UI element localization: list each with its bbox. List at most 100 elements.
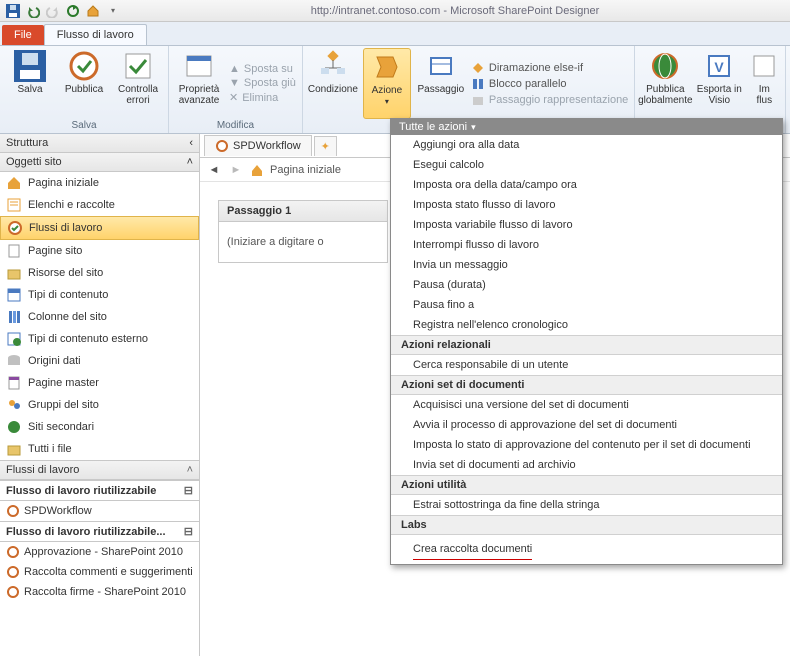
- ribbon-tabs: File Flusso di lavoro: [0, 22, 790, 46]
- x-icon: ✕: [229, 91, 238, 104]
- chevron-left-icon[interactable]: ‹: [189, 137, 193, 149]
- nav-groups[interactable]: Gruppi del sito: [0, 394, 199, 416]
- action-dropdown: Tutte le azioni▾ Aggiungi ora alla data …: [390, 118, 783, 565]
- dd-item[interactable]: Avvia il processo di approvazione del se…: [391, 415, 782, 435]
- collapse-icon[interactable]: ⊟: [184, 525, 193, 538]
- structure-header[interactable]: Struttura‹: [0, 134, 199, 153]
- dd-item[interactable]: Pausa fino a: [391, 295, 782, 315]
- nav-workflows[interactable]: Flussi di lavoro: [0, 216, 199, 240]
- nav-master[interactable]: Pagine master: [0, 372, 199, 394]
- nav-external[interactable]: Tipi di contenuto esterno: [0, 328, 199, 350]
- nav-columns[interactable]: Colonne del sito: [0, 306, 199, 328]
- wf-comments[interactable]: Raccolta commenti e suggerimenti: [0, 562, 199, 582]
- wf-spdworkflow[interactable]: SPDWorkflow: [0, 501, 199, 521]
- step-header[interactable]: Passaggio 1: [219, 201, 387, 222]
- dropdown-title[interactable]: Tutte le azioni▾: [391, 119, 782, 135]
- save-label: Salva: [17, 84, 42, 95]
- tab-file[interactable]: File: [2, 25, 44, 45]
- nav-allfiles[interactable]: Tutti i file: [0, 438, 199, 460]
- plus-icon: ✦: [321, 140, 330, 153]
- step-button[interactable]: Passaggio: [417, 48, 465, 119]
- dd-item[interactable]: Imposta lo stato di approvazione del con…: [391, 435, 782, 455]
- dd-item[interactable]: Acquisisci una versione del set di docum…: [391, 395, 782, 415]
- action-label: Azione▾: [372, 85, 403, 107]
- new-tab-button[interactable]: ✦: [314, 136, 337, 156]
- quick-access-toolbar: ▾ http://intranet.contoso.com - Microsof…: [0, 0, 790, 22]
- import-workflow-button[interactable]: Imflus: [749, 48, 779, 119]
- nav-datasources[interactable]: Origini dati: [0, 350, 199, 372]
- dd-section-relational: Azioni relazionali: [391, 335, 782, 355]
- dd-item[interactable]: Estrai sottostringa da fine della string…: [391, 495, 782, 515]
- step-hint[interactable]: (Iniziare a digitare o: [219, 222, 387, 262]
- publish-label: Pubblica: [65, 84, 103, 95]
- dd-item[interactable]: Esegui calcolo: [391, 155, 782, 175]
- caret-down-icon: ▾: [385, 97, 389, 106]
- breadcrumb-text[interactable]: Pagina iniziale: [270, 164, 341, 176]
- check-errors-button[interactable]: Controlla errori: [114, 48, 162, 119]
- doc-tab-spdworkflow[interactable]: SPDWorkflow: [204, 135, 312, 156]
- arrow-down-icon: ▼: [229, 77, 240, 89]
- group-edit-label: Modifica: [175, 119, 296, 133]
- chevron-up-icon[interactable]: ˄: [187, 464, 193, 476]
- condition-button[interactable]: Condizione: [309, 48, 357, 119]
- wf-approval[interactable]: Approvazione - SharePoint 2010: [0, 542, 199, 562]
- collapse-icon[interactable]: ⊟: [184, 484, 193, 497]
- home-icon: [250, 163, 264, 177]
- dd-item[interactable]: Imposta ora della data/campo ora: [391, 175, 782, 195]
- wf-reusable-header[interactable]: Flusso di lavoro riutilizzabile⊟: [0, 480, 199, 501]
- check-label: Controlla errori: [114, 84, 162, 106]
- condition-label: Condizione: [308, 84, 358, 95]
- import-label: Imflus: [757, 84, 773, 106]
- nav-lists[interactable]: Elenchi e raccolte: [0, 194, 199, 216]
- caret-down-icon: ▾: [471, 122, 476, 133]
- tab-workflow[interactable]: Flusso di lavoro: [44, 24, 147, 45]
- dd-item[interactable]: Imposta stato flusso di lavoro: [391, 195, 782, 215]
- qat-drop-icon[interactable]: ▾: [104, 2, 122, 20]
- dd-item[interactable]: Invia un messaggio: [391, 255, 782, 275]
- step-box[interactable]: Passaggio 1 (Iniziare a digitare o: [218, 200, 388, 263]
- advprops-label: Proprietà avanzate: [175, 84, 223, 106]
- dd-section-utility: Azioni utilità: [391, 475, 782, 495]
- dd-item[interactable]: Interrompi flusso di lavoro: [391, 235, 782, 255]
- nav-resources[interactable]: Risorse del sito: [0, 262, 199, 284]
- move-down-button: ▼Sposta giù: [229, 77, 296, 89]
- wf-reusable-header-2[interactable]: Flusso di lavoro riutilizzabile...⊟: [0, 521, 199, 542]
- forward-button[interactable]: ►: [228, 162, 244, 178]
- dd-item[interactable]: Cerca responsabile di un utente: [391, 355, 782, 375]
- back-button[interactable]: ◄: [206, 162, 222, 178]
- sidebar: Struttura‹ Oggetti sito˄ Pagina iniziale…: [0, 134, 200, 656]
- advanced-properties-button[interactable]: Proprietà avanzate: [175, 48, 223, 119]
- site-objects-header[interactable]: Oggetti sito˄: [0, 153, 199, 172]
- nav-contenttypes[interactable]: Tipi di contenuto: [0, 284, 199, 306]
- impersonate-button: Passaggio rappresentazione: [471, 93, 628, 107]
- dd-item-create-doclib[interactable]: Crea raccolta documenti: [413, 539, 532, 560]
- dd-item[interactable]: Imposta variabile flusso di lavoro: [391, 215, 782, 235]
- publish-global-button[interactable]: Pubblica globalmente: [641, 48, 689, 119]
- wf-signatures[interactable]: Raccolta firme - SharePoint 2010: [0, 582, 199, 602]
- refresh-icon[interactable]: [64, 2, 82, 20]
- workflows-panel-header[interactable]: Flussi di lavoro˄: [0, 460, 199, 480]
- dd-core-list: Aggiungi ora alla data Esegui calcolo Im…: [391, 135, 782, 335]
- action-button[interactable]: Azione▾: [363, 48, 411, 119]
- export-visio-button[interactable]: V Esporta in Visio: [695, 48, 743, 119]
- branch-button[interactable]: Diramazione else-if: [471, 61, 628, 75]
- chevron-up-icon[interactable]: ˄: [187, 156, 193, 168]
- export-label: Esporta in Visio: [695, 84, 743, 106]
- parallel-button[interactable]: Blocco parallelo: [471, 77, 628, 91]
- delete-button: ✕Elimina: [229, 91, 296, 104]
- dd-item[interactable]: Invia set di documenti ad archivio: [391, 455, 782, 475]
- publish-button[interactable]: Pubblica: [60, 48, 108, 119]
- home-icon[interactable]: [84, 2, 102, 20]
- dd-item[interactable]: Aggiungi ora alla data: [391, 135, 782, 155]
- redo-icon[interactable]: [44, 2, 62, 20]
- nav-subsites[interactable]: Siti secondari: [0, 416, 199, 438]
- nav-home[interactable]: Pagina iniziale: [0, 172, 199, 194]
- nav-pages[interactable]: Pagine sito: [0, 240, 199, 262]
- arrow-up-icon: ▲: [229, 63, 240, 75]
- save-button[interactable]: Salva: [6, 48, 54, 119]
- undo-icon[interactable]: [24, 2, 42, 20]
- dd-item[interactable]: Pausa (durata): [391, 275, 782, 295]
- save-icon[interactable]: [4, 2, 22, 20]
- dd-item[interactable]: Registra nell'elenco cronologico: [391, 315, 782, 335]
- svg-text:V: V: [715, 59, 725, 75]
